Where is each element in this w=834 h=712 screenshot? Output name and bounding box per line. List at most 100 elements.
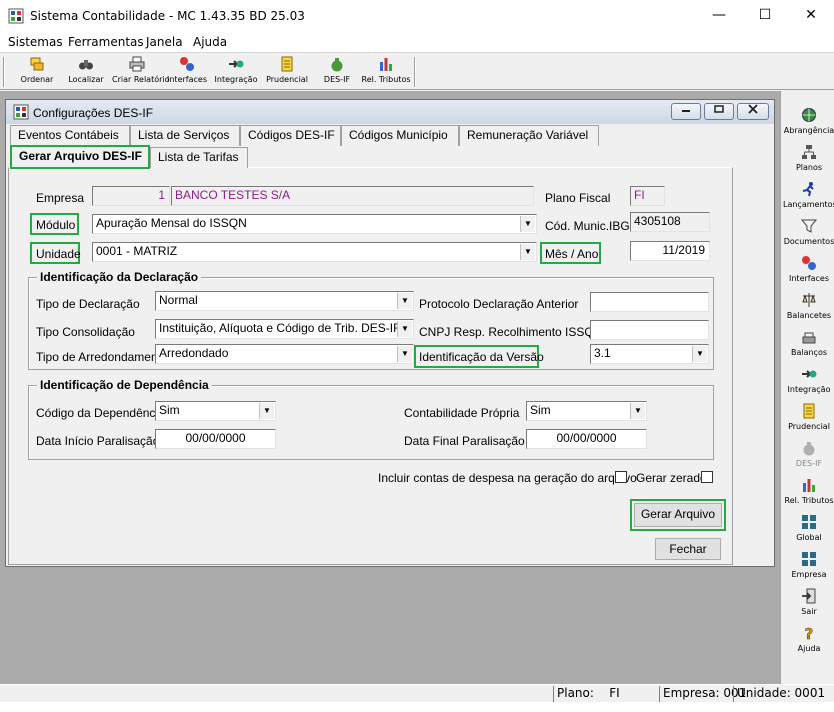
- rightbar-balancos-button[interactable]: Balanços: [783, 329, 834, 365]
- tipo-arredondamento-select[interactable]: Arredondado ▼: [155, 344, 414, 364]
- data-final-field[interactable]: 00/00/0000: [526, 429, 647, 449]
- tab-lista-tarifas[interactable]: Lista de Tarifas: [150, 147, 248, 168]
- tab-remuneracao-variavel[interactable]: Remuneração Variável: [459, 125, 599, 146]
- menu-ferramentas[interactable]: Ferramentas: [68, 35, 144, 49]
- plano-fiscal-field: FI: [630, 186, 665, 206]
- rightbar-planos-button[interactable]: Planos: [783, 144, 834, 180]
- data-inicio-label: Data Início Paralisação: [36, 434, 160, 448]
- rightbar-abrangencia-button[interactable]: Abrangência: [783, 107, 834, 143]
- menu-ajuda[interactable]: Ajuda: [193, 35, 227, 49]
- status-unidade: Unidade: 0001: [733, 686, 834, 702]
- rightbar-balancetes-button[interactable]: Balancetes: [783, 292, 834, 328]
- rightbar-ajuda-button[interactable]: ? Ajuda: [783, 625, 834, 661]
- tab-codigos-desif[interactable]: Códigos DES-IF: [240, 125, 341, 146]
- tab-gerar-arquivo-desif[interactable]: Gerar Arquivo DES-IF: [10, 145, 150, 169]
- child-close-button[interactable]: [737, 103, 769, 120]
- fechar-button[interactable]: Fechar: [655, 538, 721, 560]
- svg-text:?: ?: [805, 625, 814, 641]
- codigo-dependencia-label: Código da Dependência: [36, 406, 165, 420]
- chevron-down-icon[interactable]: ▼: [520, 244, 535, 260]
- rightbar-interfaces-button[interactable]: Interfaces: [783, 255, 834, 291]
- toolbar-desif-button[interactable]: DES-IF: [318, 55, 356, 89]
- close-icon: [748, 104, 758, 114]
- versao-select[interactable]: 3.1 ▼: [590, 344, 709, 364]
- tipo-consolidacao-select[interactable]: Instituição, Alíquota e Código de Trib. …: [155, 319, 414, 339]
- grid-icon: [802, 515, 816, 529]
- contabilidade-propria-select[interactable]: Sim ▼: [526, 401, 647, 421]
- chevron-down-icon[interactable]: ▼: [259, 403, 274, 419]
- rightbar-documentos-button[interactable]: Documentos: [783, 218, 834, 254]
- empresa-label: Empresa: [36, 191, 85, 205]
- child-restore-button[interactable]: [704, 103, 734, 120]
- toolbar-prudencial-button[interactable]: Prudencial: [264, 55, 310, 89]
- data-inicio-field[interactable]: 00/00/0000: [155, 429, 276, 449]
- gerar-zerado-label: Gerar zerado: [636, 471, 707, 485]
- incluir-contas-checkbox[interactable]: [615, 471, 627, 483]
- incluir-contas-label: Incluir contas de despesa na geração do …: [378, 471, 637, 485]
- balance-icon: [802, 293, 816, 307]
- close-button[interactable]: ✕: [788, 0, 834, 32]
- chevron-down-icon[interactable]: ▼: [692, 346, 707, 362]
- dependencia-group-title: Identificação de Dependência: [37, 378, 212, 392]
- toolbar-interfaces-button[interactable]: Interfaces: [166, 55, 208, 89]
- toolbar-rel-tributos-button[interactable]: Rel. Tributos: [360, 55, 412, 89]
- chevron-down-icon[interactable]: ▼: [397, 321, 412, 337]
- rightbar-desif-button[interactable]: DES-IF: [783, 440, 834, 476]
- chevron-down-icon[interactable]: ▼: [630, 403, 645, 419]
- chevron-down-icon[interactable]: ▼: [520, 216, 535, 232]
- rightbar-integracao-button[interactable]: Integração: [783, 366, 834, 402]
- codigo-dependencia-select[interactable]: Sim ▼: [155, 401, 276, 421]
- minimize-icon: [682, 110, 690, 112]
- minimize-button[interactable]: —: [696, 0, 742, 32]
- interfaces-icon: [802, 256, 816, 270]
- child-minimize-button[interactable]: [671, 103, 701, 120]
- rightbar-prudencial-button[interactable]: Prudencial: [783, 403, 834, 439]
- taskbar-strip: [0, 702, 834, 712]
- tipo-arredondamento-label: Tipo de Arredondamento: [36, 350, 168, 364]
- rightbar-empresa-button[interactable]: Empresa: [783, 551, 834, 587]
- gerar-zerado-checkbox[interactable]: [701, 471, 713, 483]
- child-title-bar: Configurações DES-IF: [6, 100, 774, 124]
- toolbar-grip: [3, 57, 5, 87]
- tipo-declaracao-select[interactable]: Normal ▼: [155, 291, 414, 311]
- unidade-label: Unidade: [36, 247, 81, 261]
- menu-janela[interactable]: Janela: [146, 35, 183, 49]
- toolbar-criar-relatorio-button[interactable]: Criar Relatório: [112, 55, 170, 89]
- bar-chart-icon: [803, 479, 815, 492]
- menu-sistemas[interactable]: Sistemas: [8, 35, 63, 49]
- chevron-down-icon[interactable]: ▼: [397, 346, 412, 362]
- declaracao-group-title: Identificação da Declaração: [37, 270, 202, 284]
- status-plano: Plano: FI: [553, 686, 653, 702]
- plano-fiscal-label: Plano Fiscal: [545, 191, 611, 205]
- protocolo-label: Protocolo Declaração Anterior: [419, 297, 579, 311]
- rightbar-lancamentos-button[interactable]: Lançamentos: [783, 181, 834, 217]
- menu-bar: Sistemas Ferramentas Janela Ajuda: [0, 32, 834, 52]
- sort-icon: [30, 57, 44, 71]
- protocolo-field[interactable]: [590, 292, 709, 312]
- toolbar-ordenar-button[interactable]: Ordenar: [14, 55, 60, 89]
- mes-ano-label: Mês / Ano: [545, 247, 599, 261]
- versao-label: Identificação da Versão: [419, 350, 544, 364]
- binoculars-icon: [79, 60, 93, 70]
- gerar-arquivo-button[interactable]: Gerar Arquivo: [634, 503, 722, 527]
- runner-icon: [802, 182, 814, 197]
- cnpj-field[interactable]: [590, 320, 709, 340]
- cnpj-label: CNPJ Resp. Recolhimento ISSQN: [419, 325, 603, 339]
- rightbar-sair-button[interactable]: Sair: [783, 588, 834, 624]
- rightbar-rel-tributos-button[interactable]: Rel. Tributos: [783, 477, 834, 513]
- maximize-button[interactable]: ☐: [742, 0, 788, 32]
- toolbar-integracao-button[interactable]: Integração: [214, 55, 258, 89]
- tab-lista-servicos[interactable]: Lista de Serviços: [130, 125, 240, 146]
- tab-eventos-contabeis[interactable]: Eventos Contábeis: [10, 125, 130, 146]
- printer-icon: [129, 56, 145, 72]
- restore-icon: [714, 105, 724, 113]
- tab-codigos-municipio[interactable]: Códigos Município: [341, 125, 459, 146]
- chevron-down-icon[interactable]: ▼: [397, 293, 412, 309]
- globe-icon: [802, 108, 816, 122]
- unidade-select[interactable]: 0001 - MATRIZ ▼: [92, 242, 537, 262]
- bar-chart-icon: [380, 58, 392, 71]
- rightbar-global-button[interactable]: Global: [783, 514, 834, 550]
- modulo-select[interactable]: Apuração Mensal do ISSQN ▼: [92, 214, 537, 234]
- toolbar-localizar-button[interactable]: Localizar: [64, 55, 108, 89]
- mes-ano-field[interactable]: 11/2019: [630, 241, 710, 261]
